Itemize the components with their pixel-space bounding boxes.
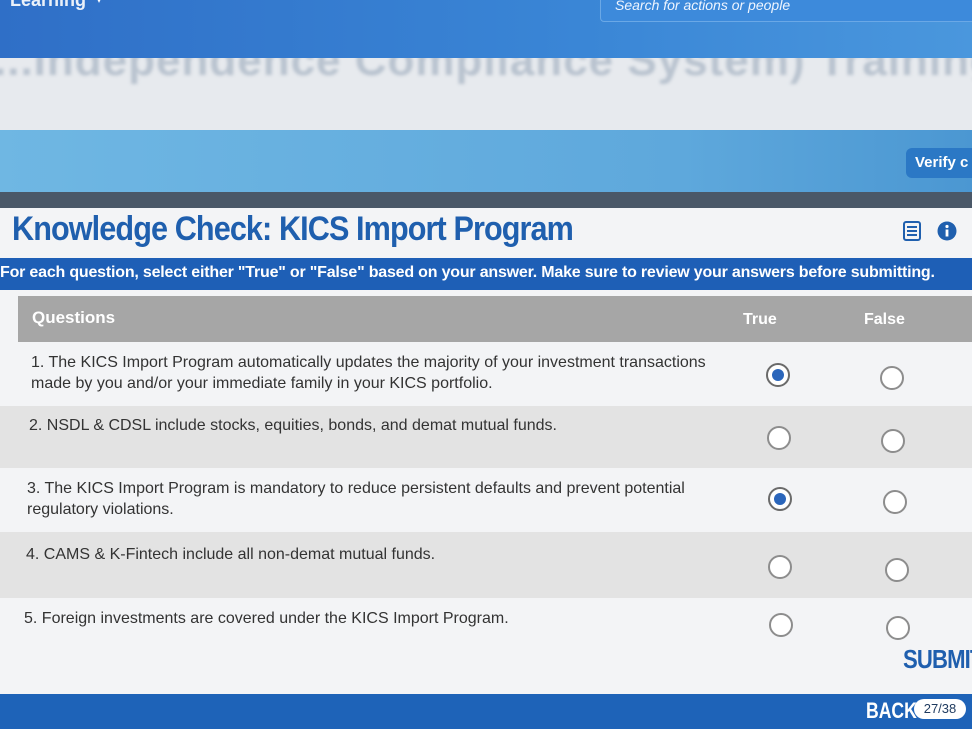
verify-button[interactable]: Verify c	[906, 148, 972, 178]
question-text: 3. The KICS Import Program is mandatory …	[27, 480, 685, 518]
course-title-band: ...Independence Compliance System) Train…	[0, 58, 972, 130]
radio-false[interactable]	[881, 429, 905, 453]
question-text: 4. CAMS & K-Fintech include all non-dema…	[26, 546, 436, 563]
menu-list-icon[interactable]	[903, 221, 921, 241]
chevron-down-icon[interactable]: ▾	[96, 0, 102, 6]
radio-false[interactable]	[880, 366, 904, 390]
footer-bar	[0, 694, 972, 729]
app-brand[interactable]: Learning	[10, 0, 86, 11]
table-header	[18, 296, 972, 342]
back-button[interactable]: BACK	[866, 698, 917, 724]
table-row	[0, 532, 972, 598]
column-header-false: False	[864, 311, 905, 328]
page-indicator: 27/38	[914, 699, 966, 719]
radio-false[interactable]	[883, 490, 907, 514]
info-icon[interactable]	[937, 221, 957, 241]
radio-true[interactable]	[766, 363, 790, 387]
course-title: ...Independence Compliance System) Train…	[0, 58, 972, 85]
question-text: 1. The KICS Import Program automatically…	[31, 354, 706, 392]
radio-false[interactable]	[885, 558, 909, 582]
question-text: 5. Foreign investments are covered under…	[24, 610, 509, 627]
search-input[interactable]: Search for actions or people	[600, 0, 972, 22]
instructions-text: For each question, select either "True" …	[0, 264, 935, 281]
column-header-questions: Questions	[32, 308, 116, 327]
page-title: Knowledge Check: KICS Import Program	[12, 210, 574, 248]
radio-true[interactable]	[768, 555, 792, 579]
course-nav-bar	[0, 130, 972, 192]
radio-false[interactable]	[886, 616, 910, 640]
divider-strip	[0, 192, 972, 208]
column-header-true: True	[743, 311, 777, 328]
radio-true[interactable]	[767, 426, 791, 450]
question-text: 2. NSDL & CDSL include stocks, equities,…	[29, 417, 557, 434]
radio-true[interactable]	[768, 487, 792, 511]
submit-button[interactable]: SUBMIT	[903, 644, 972, 675]
radio-true[interactable]	[769, 613, 793, 637]
